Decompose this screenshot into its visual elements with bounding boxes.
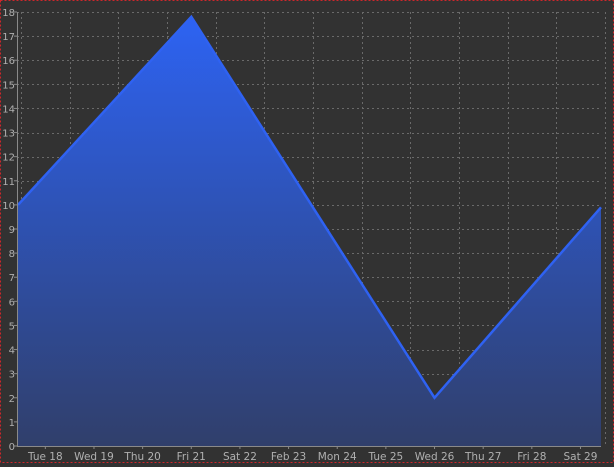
y-tick-label: 15: [2, 80, 15, 91]
y-tick-label: 4: [9, 346, 15, 357]
x-tick-label: Tue 18: [27, 451, 63, 463]
chart-container: 0123456789101112131415161718 Tue 18Wed 1…: [0, 0, 614, 463]
y-tick-label: 5: [9, 321, 15, 332]
x-tick-label: Fri 28: [517, 451, 546, 463]
x-tick-label: Thu 20: [123, 451, 160, 463]
y-tick-label: 16: [2, 56, 15, 67]
y-tick-label: 13: [2, 129, 15, 140]
y-tick-label: 11: [2, 177, 15, 188]
x-tick-label: Sat 22: [223, 451, 257, 463]
y-tick-label: 2: [9, 394, 15, 405]
y-tick-label: 18: [2, 8, 15, 19]
x-tick-label: Feb 23: [271, 451, 306, 463]
y-tick-label: 0: [9, 442, 15, 453]
y-tick-label: 17: [2, 32, 15, 43]
x-tick-label: Mon 24: [318, 451, 357, 463]
y-tick-label: 8: [9, 249, 15, 260]
x-tick-label: Wed 26: [415, 451, 455, 463]
y-tick-label: 6: [9, 297, 15, 308]
y-tick-label: 3: [9, 370, 15, 381]
area-chart: 0123456789101112131415161718 Tue 18Wed 1…: [0, 0, 614, 463]
y-tick-label: 14: [2, 104, 15, 115]
y-tick-label: 9: [9, 225, 15, 236]
x-tick-label: Fri 21: [177, 451, 206, 463]
x-tick-label: Sat 29: [564, 451, 598, 463]
x-tick-label: Tue 25: [368, 451, 404, 463]
y-tick-label: 7: [9, 273, 15, 284]
x-tick-label: Wed 19: [74, 451, 114, 463]
x-tick-label: Thu 27: [464, 451, 501, 463]
y-tick-label: 10: [2, 201, 15, 212]
y-tick-label: 12: [2, 153, 15, 164]
y-tick-label: 1: [9, 418, 15, 429]
